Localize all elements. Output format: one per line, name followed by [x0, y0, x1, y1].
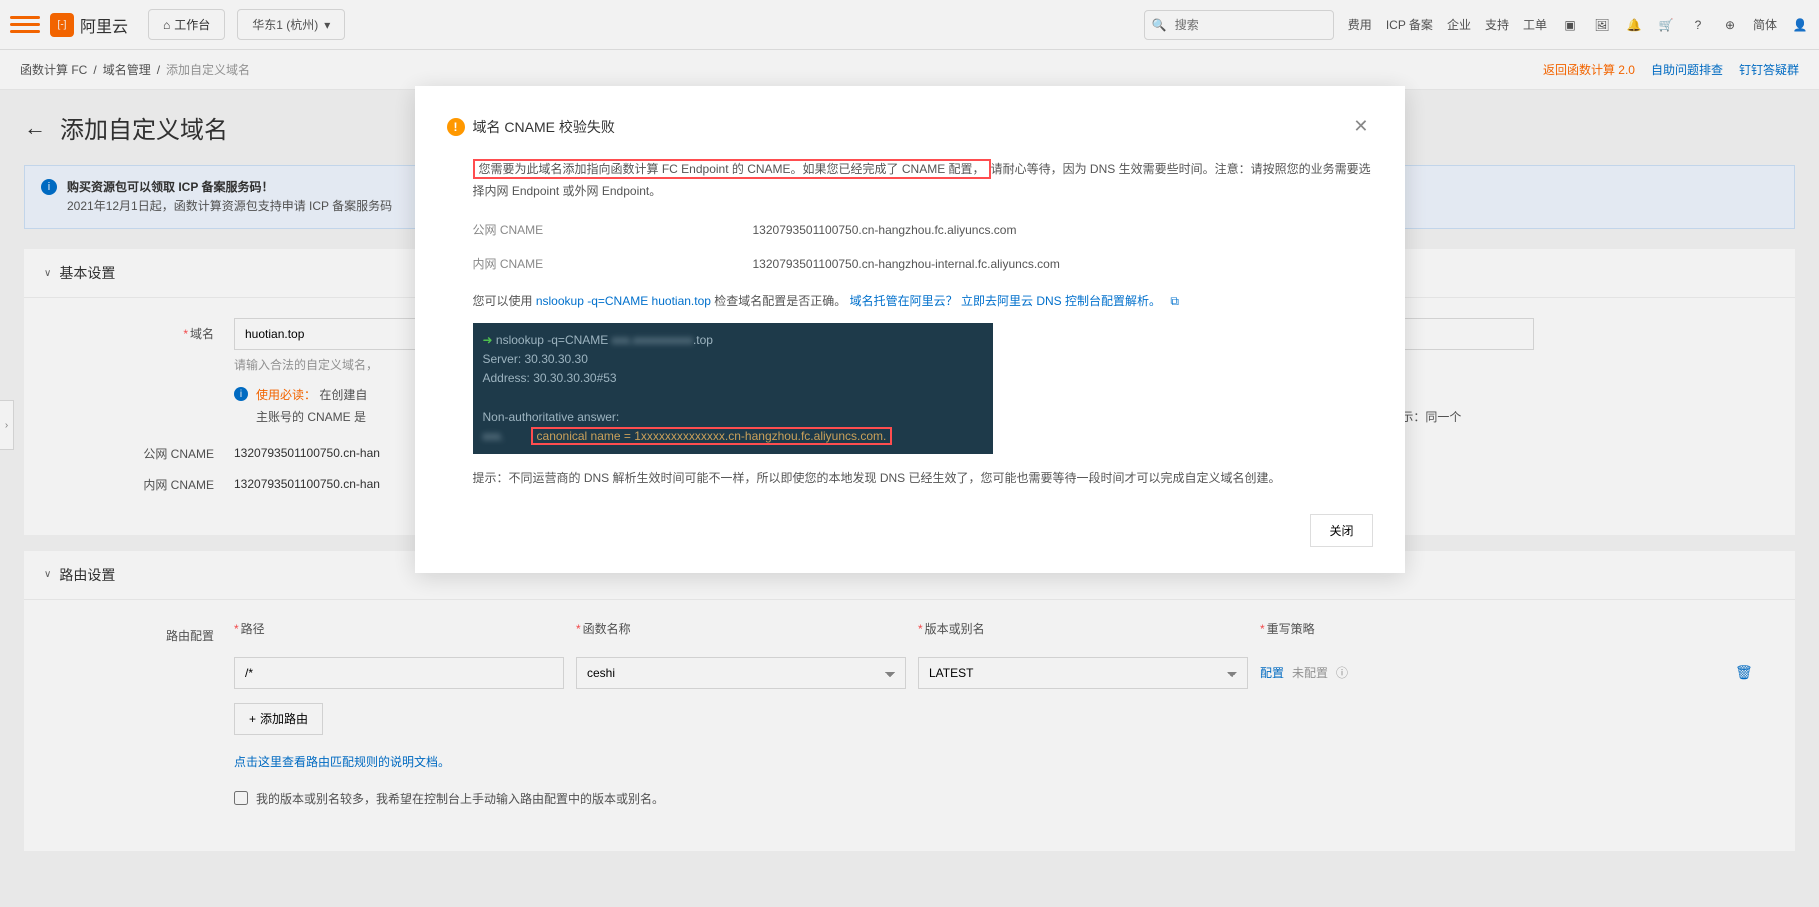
- cmd-link2[interactable]: 立即去阿里云 DNS 控制台配置解析。: [961, 294, 1161, 308]
- cmd-mid: 检查域名配置是否正确。: [714, 294, 846, 308]
- close-button[interactable]: 关闭: [1310, 514, 1372, 547]
- modal-tip: 提示：不同运营商的 DNS 解析生效时间可能不一样，所以即使您的本地发现 DNS…: [473, 468, 1373, 490]
- external-link-icon[interactable]: ⧉: [1170, 294, 1179, 308]
- modal-overlay: ! 域名 CNAME 校验失败 ✕ 您需要为此域名添加指向函数计算 FC End…: [0, 0, 1819, 907]
- close-icon[interactable]: ✕: [1349, 112, 1372, 141]
- modal-internal-value: 1320793501100750.cn-hangzhou-internal.fc…: [753, 254, 1060, 276]
- modal-internal-label: 内网 CNAME: [473, 254, 753, 276]
- cmd-prefix: 您可以使用: [473, 294, 536, 308]
- cname-error-modal: ! 域名 CNAME 校验失败 ✕ 您需要为此域名添加指向函数计算 FC End…: [415, 86, 1405, 573]
- modal-msg-highlight: 您需要为此域名添加指向函数计算 FC Endpoint 的 CNAME。如果您已…: [473, 159, 991, 179]
- warning-icon: !: [447, 118, 465, 136]
- cmd-link[interactable]: nslookup -q=CNAME huotian.top: [536, 294, 711, 308]
- cmd-link1[interactable]: 域名托管在阿里云？: [850, 294, 958, 308]
- modal-public-value: 1320793501100750.cn-hangzhou.fc.aliyuncs…: [753, 220, 1017, 242]
- terminal-highlight: canonical name = 1xxxxxxxxxxxxxx.cn-hang…: [531, 427, 893, 445]
- modal-public-label: 公网 CNAME: [473, 220, 753, 242]
- modal-title: 域名 CNAME 校验失败: [473, 117, 615, 137]
- terminal-block: ➜ nslookup -q=CNAME xxx.xxxxxxxxxx.top S…: [473, 323, 993, 454]
